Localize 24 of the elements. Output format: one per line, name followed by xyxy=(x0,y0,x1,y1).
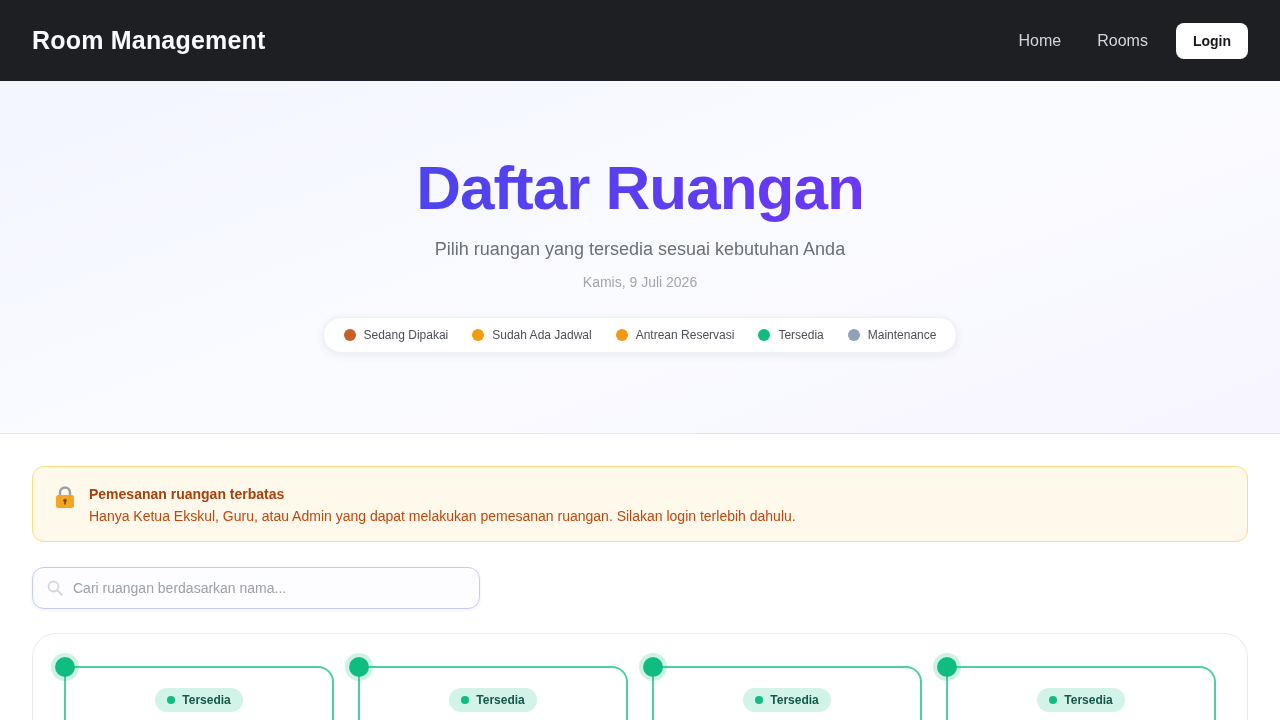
nav-link[interactable]: Rooms xyxy=(1097,31,1148,50)
alert-message: Hanya Ketua Ekskul, Guru, atau Admin yang dapat melakukan pemesanan ruangan. Silakan login terlebih dahulu. xyxy=(89,507,796,525)
search-icon xyxy=(47,580,63,596)
room-card[interactable]: Tersedia xyxy=(64,666,334,720)
legend-label: Antrean Reservasi xyxy=(635,328,735,342)
page-subtitle: Pilih ruangan yang tersedia sesuai kebutuhan Anda xyxy=(434,238,846,261)
legend-label: Maintenance xyxy=(867,328,937,342)
room-card[interactable]: Tersedia xyxy=(358,666,628,720)
status-label: Tersedia xyxy=(182,693,231,707)
status-label: Tersedia xyxy=(476,693,525,707)
legend-label: Sudah Ada Jadwal xyxy=(492,328,592,342)
legend-label: Sedang Dipakai xyxy=(363,328,449,342)
room-card[interactable]: Tersedia xyxy=(946,666,1216,720)
nav-link[interactable]: Home xyxy=(1018,31,1062,50)
status-label: Tersedia xyxy=(770,693,819,707)
status-label: Tersedia xyxy=(1064,693,1113,707)
lock-icon xyxy=(55,486,75,508)
app-title: Room Management xyxy=(32,26,266,55)
current-date: Kamis, 9 Juli 2026 xyxy=(582,273,698,292)
alert-title: Pemesanan ruangan terbatas xyxy=(89,485,286,503)
room-card[interactable]: Tersedia xyxy=(652,666,922,720)
search-field[interactable]: Cari ruangan berdasarkan nama... xyxy=(32,567,480,609)
login-button[interactable]: Login xyxy=(1175,22,1248,59)
legend-label: Tersedia xyxy=(778,328,824,342)
